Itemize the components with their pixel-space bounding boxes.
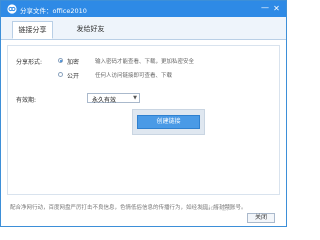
tab-bar: 链接分享 发给好友 — [1, 17, 286, 40]
chevron-down-icon: ▼ — [133, 95, 137, 101]
minimize-icon[interactable]: — — [260, 3, 270, 14]
close-icon[interactable]: ✕ — [271, 3, 282, 14]
title-bar: 分享文件：office2010 — ✕ — [1, 1, 286, 17]
create-link-button[interactable]: 创建链接 — [137, 115, 200, 129]
validity-label: 有效期: — [16, 97, 37, 104]
cloud-icon — [7, 4, 17, 14]
tab-send-to-friend[interactable]: 发给好友 — [70, 21, 111, 39]
window-controls: — ✕ — [260, 3, 282, 14]
radio-public[interactable] — [58, 72, 63, 77]
option-encrypted-label[interactable]: 加密 — [67, 57, 79, 66]
validity-value: 永久有效 — [92, 97, 117, 104]
validity-select[interactable]: 永久有效 ▼ — [87, 93, 140, 104]
option-public-desc: 任何人访问链接即可查看、下载 — [95, 73, 173, 79]
window-title: 分享文件：office2010 — [20, 7, 87, 15]
create-link-area: 创建链接 — [132, 109, 205, 135]
tab-link-share[interactable]: 链接分享 — [12, 21, 53, 39]
radio-encrypted[interactable] — [58, 58, 63, 63]
share-dialog: 分享文件：office2010 — ✕ 链接分享 发给好友 分享形式: 加密 输… — [0, 0, 287, 227]
share-method-label: 分享形式: — [16, 59, 43, 66]
option-encrypted-desc: 输入密码才能查看、下载，更加私密安全 — [95, 59, 195, 65]
close-button[interactable]: 关闭 — [247, 213, 275, 223]
option-public-label[interactable]: 公开 — [67, 71, 79, 80]
watermark-text: Baidu 经验 — [201, 205, 232, 212]
